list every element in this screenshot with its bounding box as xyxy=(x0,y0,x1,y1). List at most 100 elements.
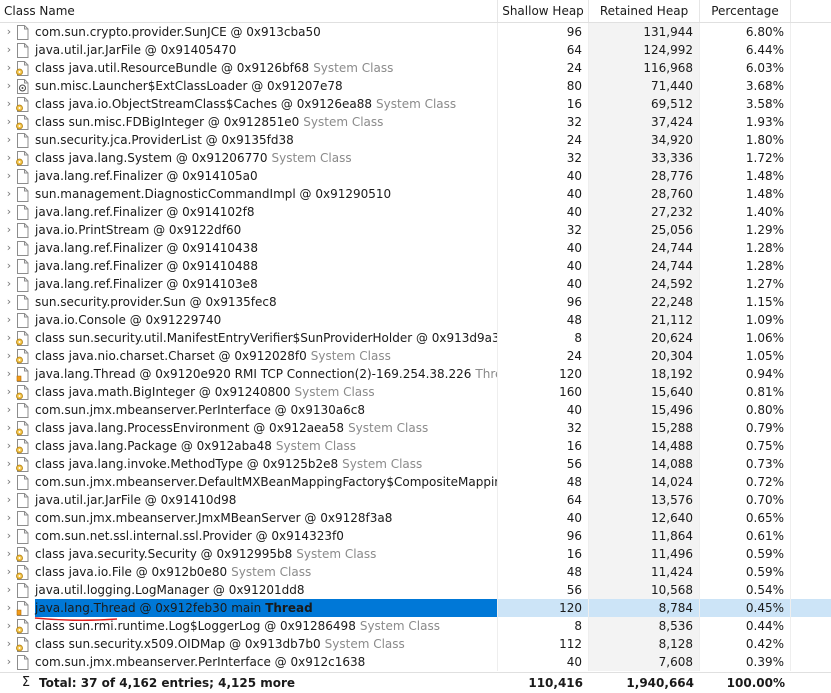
expand-arrow-icon[interactable]: › xyxy=(0,329,16,347)
class-name-cell[interactable]: › class java.lang.System @ 0x91206770 Syst… xyxy=(0,149,498,167)
class-name-cell[interactable]: › class java.io.ObjectStreamClass$Caches … xyxy=(0,95,498,113)
class-name-cell[interactable]: › class java.util.ResourceBundle @ 0x9126… xyxy=(0,59,498,77)
expand-arrow-icon[interactable]: › xyxy=(0,59,16,77)
table-row[interactable]: › class java.math.BigInteger @ 0x91240800… xyxy=(0,383,831,401)
expand-arrow-icon[interactable]: › xyxy=(0,149,16,167)
expand-arrow-icon[interactable]: › xyxy=(0,185,16,203)
expand-arrow-icon[interactable]: › xyxy=(0,563,16,581)
class-name-cell[interactable]: › java.io.PrintStream @ 0x9122df60 xyxy=(0,221,498,239)
expand-arrow-icon[interactable]: › xyxy=(0,365,16,383)
table-row[interactable]: › sun.management.DiagnosticCommandImpl @ … xyxy=(0,185,831,203)
class-name-cell[interactable]: › java.lang.ref.Finalizer @ 0x914102f8 xyxy=(0,203,498,221)
class-name-cell[interactable]: › java.util.logging.LogManager @ 0x91201d… xyxy=(0,581,498,599)
expand-arrow-icon[interactable]: › xyxy=(0,383,16,401)
class-name-cell[interactable]: › class java.math.BigInteger @ 0x91240800… xyxy=(0,383,498,401)
expand-arrow-icon[interactable]: › xyxy=(0,455,16,473)
expand-arrow-icon[interactable]: › xyxy=(0,581,16,599)
expand-arrow-icon[interactable]: › xyxy=(0,113,16,131)
class-name-cell[interactable]: › com.sun.crypto.provider.SunJCE @ 0x913c… xyxy=(0,23,498,41)
class-name-cell[interactable]: › class java.nio.charset.Charset @ 0x9120… xyxy=(0,347,498,365)
table-row[interactable]: › java.util.jar.JarFile @ 0x91410d98 64 13,… xyxy=(0,491,831,509)
table-row[interactable]: › class sun.misc.FDBigInteger @ 0x912851e… xyxy=(0,113,831,131)
expand-arrow-icon[interactable]: › xyxy=(0,23,16,41)
class-name-cell[interactable]: › java.util.jar.JarFile @ 0x91405470 xyxy=(0,41,498,59)
expand-arrow-icon[interactable]: › xyxy=(0,509,16,527)
table-row[interactable]: › class sun.security.util.ManifestEntryVe… xyxy=(0,329,831,347)
table-row[interactable]: › java.util.logging.LogManager @ 0x91201d… xyxy=(0,581,831,599)
table-row[interactable]: › class java.lang.ProcessEnvironment @ 0x… xyxy=(0,419,831,437)
table-row[interactable]: › java.lang.ref.Finalizer @ 0x914105a0 40 2… xyxy=(0,167,831,185)
table-row[interactable]: › class java.io.ObjectStreamClass$Caches … xyxy=(0,95,831,113)
table-row[interactable]: › class java.lang.Package @ 0x912aba48 Sys… xyxy=(0,437,831,455)
class-name-cell[interactable]: › class java.lang.ProcessEnvironment @ 0x… xyxy=(0,419,498,437)
table-row[interactable]: › class sun.security.x509.OIDMap @ 0x913d… xyxy=(0,635,831,653)
expand-arrow-icon[interactable]: › xyxy=(0,275,16,293)
table-row[interactable]: › class java.security.Security @ 0x912995… xyxy=(0,545,831,563)
class-name-cell[interactable]: › com.sun.jmx.mbeanserver.PerInterface @ … xyxy=(0,653,498,671)
expand-arrow-icon[interactable]: › xyxy=(0,473,16,491)
expand-arrow-icon[interactable]: › xyxy=(0,41,16,59)
expand-arrow-icon[interactable]: › xyxy=(0,77,16,95)
expand-arrow-icon[interactable]: › xyxy=(0,527,16,545)
table-row[interactable]: › com.sun.jmx.mbeanserver.JmxMBeanServer … xyxy=(0,509,831,527)
class-name-cell[interactable]: › class java.security.Security @ 0x912995… xyxy=(0,545,498,563)
expand-arrow-icon[interactable]: › xyxy=(0,167,16,185)
table-row[interactable]: › java.io.PrintStream @ 0x9122df60 32 25,05… xyxy=(0,221,831,239)
class-name-cell[interactable]: › sun.management.DiagnosticCommandImpl @ … xyxy=(0,185,498,203)
class-name-cell[interactable]: › java.lang.Thread @ 0x9120e920 RMI TCP C… xyxy=(0,365,498,383)
table-row[interactable]: › class java.lang.System @ 0x91206770 Syst… xyxy=(0,149,831,167)
class-name-cell[interactable]: › java.lang.Thread @ 0x912feb30 main Threa… xyxy=(0,599,498,617)
class-name-cell[interactable]: › com.sun.jmx.mbeanserver.DefaultMXBeanMa… xyxy=(0,473,498,491)
class-name-cell[interactable]: › class java.io.File @ 0x912b0e80 System C… xyxy=(0,563,498,581)
table-row[interactable]: › class java.util.ResourceBundle @ 0x9126… xyxy=(0,59,831,77)
class-name-cell[interactable]: › java.lang.ref.Finalizer @ 0x914103e8 xyxy=(0,275,498,293)
table-row[interactable]: › sun.security.jca.ProviderList @ 0x9135f… xyxy=(0,131,831,149)
class-name-cell[interactable]: › sun.misc.Launcher$ExtClassLoader @ 0x91… xyxy=(0,77,498,95)
expand-arrow-icon[interactable]: › xyxy=(0,635,16,653)
table-row[interactable]: › com.sun.crypto.provider.SunJCE @ 0x913c… xyxy=(0,23,831,41)
expand-arrow-icon[interactable]: › xyxy=(0,401,16,419)
class-name-cell[interactable]: › class sun.security.x509.OIDMap @ 0x913d… xyxy=(0,635,498,653)
table-row[interactable]: › class java.io.File @ 0x912b0e80 System C… xyxy=(0,563,831,581)
table-row[interactable]: › sun.security.provider.Sun @ 0x9135fec8 9… xyxy=(0,293,831,311)
expand-arrow-icon[interactable]: › xyxy=(0,617,16,635)
column-header-class-name[interactable]: Class Name xyxy=(0,0,498,22)
expand-arrow-icon[interactable]: › xyxy=(0,257,16,275)
class-name-cell[interactable]: › java.lang.ref.Finalizer @ 0x91410488 xyxy=(0,257,498,275)
table-row[interactable]: › java.lang.ref.Finalizer @ 0x91410438 40 2… xyxy=(0,239,831,257)
expand-arrow-icon[interactable]: › xyxy=(0,599,16,617)
expand-arrow-icon[interactable]: › xyxy=(0,437,16,455)
class-name-cell[interactable]: › com.sun.jmx.mbeanserver.JmxMBeanServer … xyxy=(0,509,498,527)
class-name-cell[interactable]: › com.sun.net.ssl.internal.ssl.Provider @… xyxy=(0,527,498,545)
class-name-cell[interactable]: › java.lang.ref.Finalizer @ 0x914105a0 xyxy=(0,167,498,185)
table-row[interactable]: › class java.nio.charset.Charset @ 0x9120… xyxy=(0,347,831,365)
expand-arrow-icon[interactable]: › xyxy=(0,311,16,329)
expand-arrow-icon[interactable]: › xyxy=(0,419,16,437)
table-row[interactable]: › com.sun.jmx.mbeanserver.DefaultMXBeanMa… xyxy=(0,473,831,491)
expand-arrow-icon[interactable]: › xyxy=(0,221,16,239)
table-row[interactable]: › com.sun.jmx.mbeanserver.PerInterface @ … xyxy=(0,401,831,419)
table-row[interactable]: › java.lang.ref.Finalizer @ 0x914102f8 40 2… xyxy=(0,203,831,221)
table-row[interactable]: › java.lang.Thread @ 0x9120e920 RMI TCP C… xyxy=(0,365,831,383)
expand-arrow-icon[interactable]: › xyxy=(0,203,16,221)
table-row[interactable]: › sun.misc.Launcher$ExtClassLoader @ 0x91… xyxy=(0,77,831,95)
expand-arrow-icon[interactable]: › xyxy=(0,545,16,563)
expand-arrow-icon[interactable]: › xyxy=(0,95,16,113)
class-name-cell[interactable]: › java.io.Console @ 0x91229740 xyxy=(0,311,498,329)
table-row[interactable]: › java.util.jar.JarFile @ 0x91405470 64 124… xyxy=(0,41,831,59)
class-name-cell[interactable]: › sun.security.jca.ProviderList @ 0x9135f… xyxy=(0,131,498,149)
table-row[interactable]: › java.lang.ref.Finalizer @ 0x91410488 40 2… xyxy=(0,257,831,275)
table-row[interactable]: › com.sun.jmx.mbeanserver.PerInterface @ … xyxy=(0,653,831,671)
table-row[interactable]: › java.lang.ref.Finalizer @ 0x914103e8 40 2… xyxy=(0,275,831,293)
class-name-cell[interactable]: › java.lang.ref.Finalizer @ 0x91410438 xyxy=(0,239,498,257)
expand-arrow-icon[interactable]: › xyxy=(0,293,16,311)
class-name-cell[interactable]: › class sun.misc.FDBigInteger @ 0x912851e… xyxy=(0,113,498,131)
class-name-cell[interactable]: › sun.security.provider.Sun @ 0x9135fec8 xyxy=(0,293,498,311)
column-header-shallow-heap[interactable]: Shallow Heap xyxy=(498,0,589,22)
expand-arrow-icon[interactable]: › xyxy=(0,131,16,149)
column-header-percentage[interactable]: Percentage xyxy=(700,0,791,22)
table-row[interactable]: › java.io.Console @ 0x91229740 48 21,112 1.0… xyxy=(0,311,831,329)
table-row[interactable]: › java.lang.Thread @ 0x912feb30 main Threa… xyxy=(0,599,831,617)
table-row[interactable]: › class sun.rmi.runtime.Log$LoggerLog @ 0… xyxy=(0,617,831,635)
class-name-cell[interactable]: › java.util.jar.JarFile @ 0x91410d98 xyxy=(0,491,498,509)
